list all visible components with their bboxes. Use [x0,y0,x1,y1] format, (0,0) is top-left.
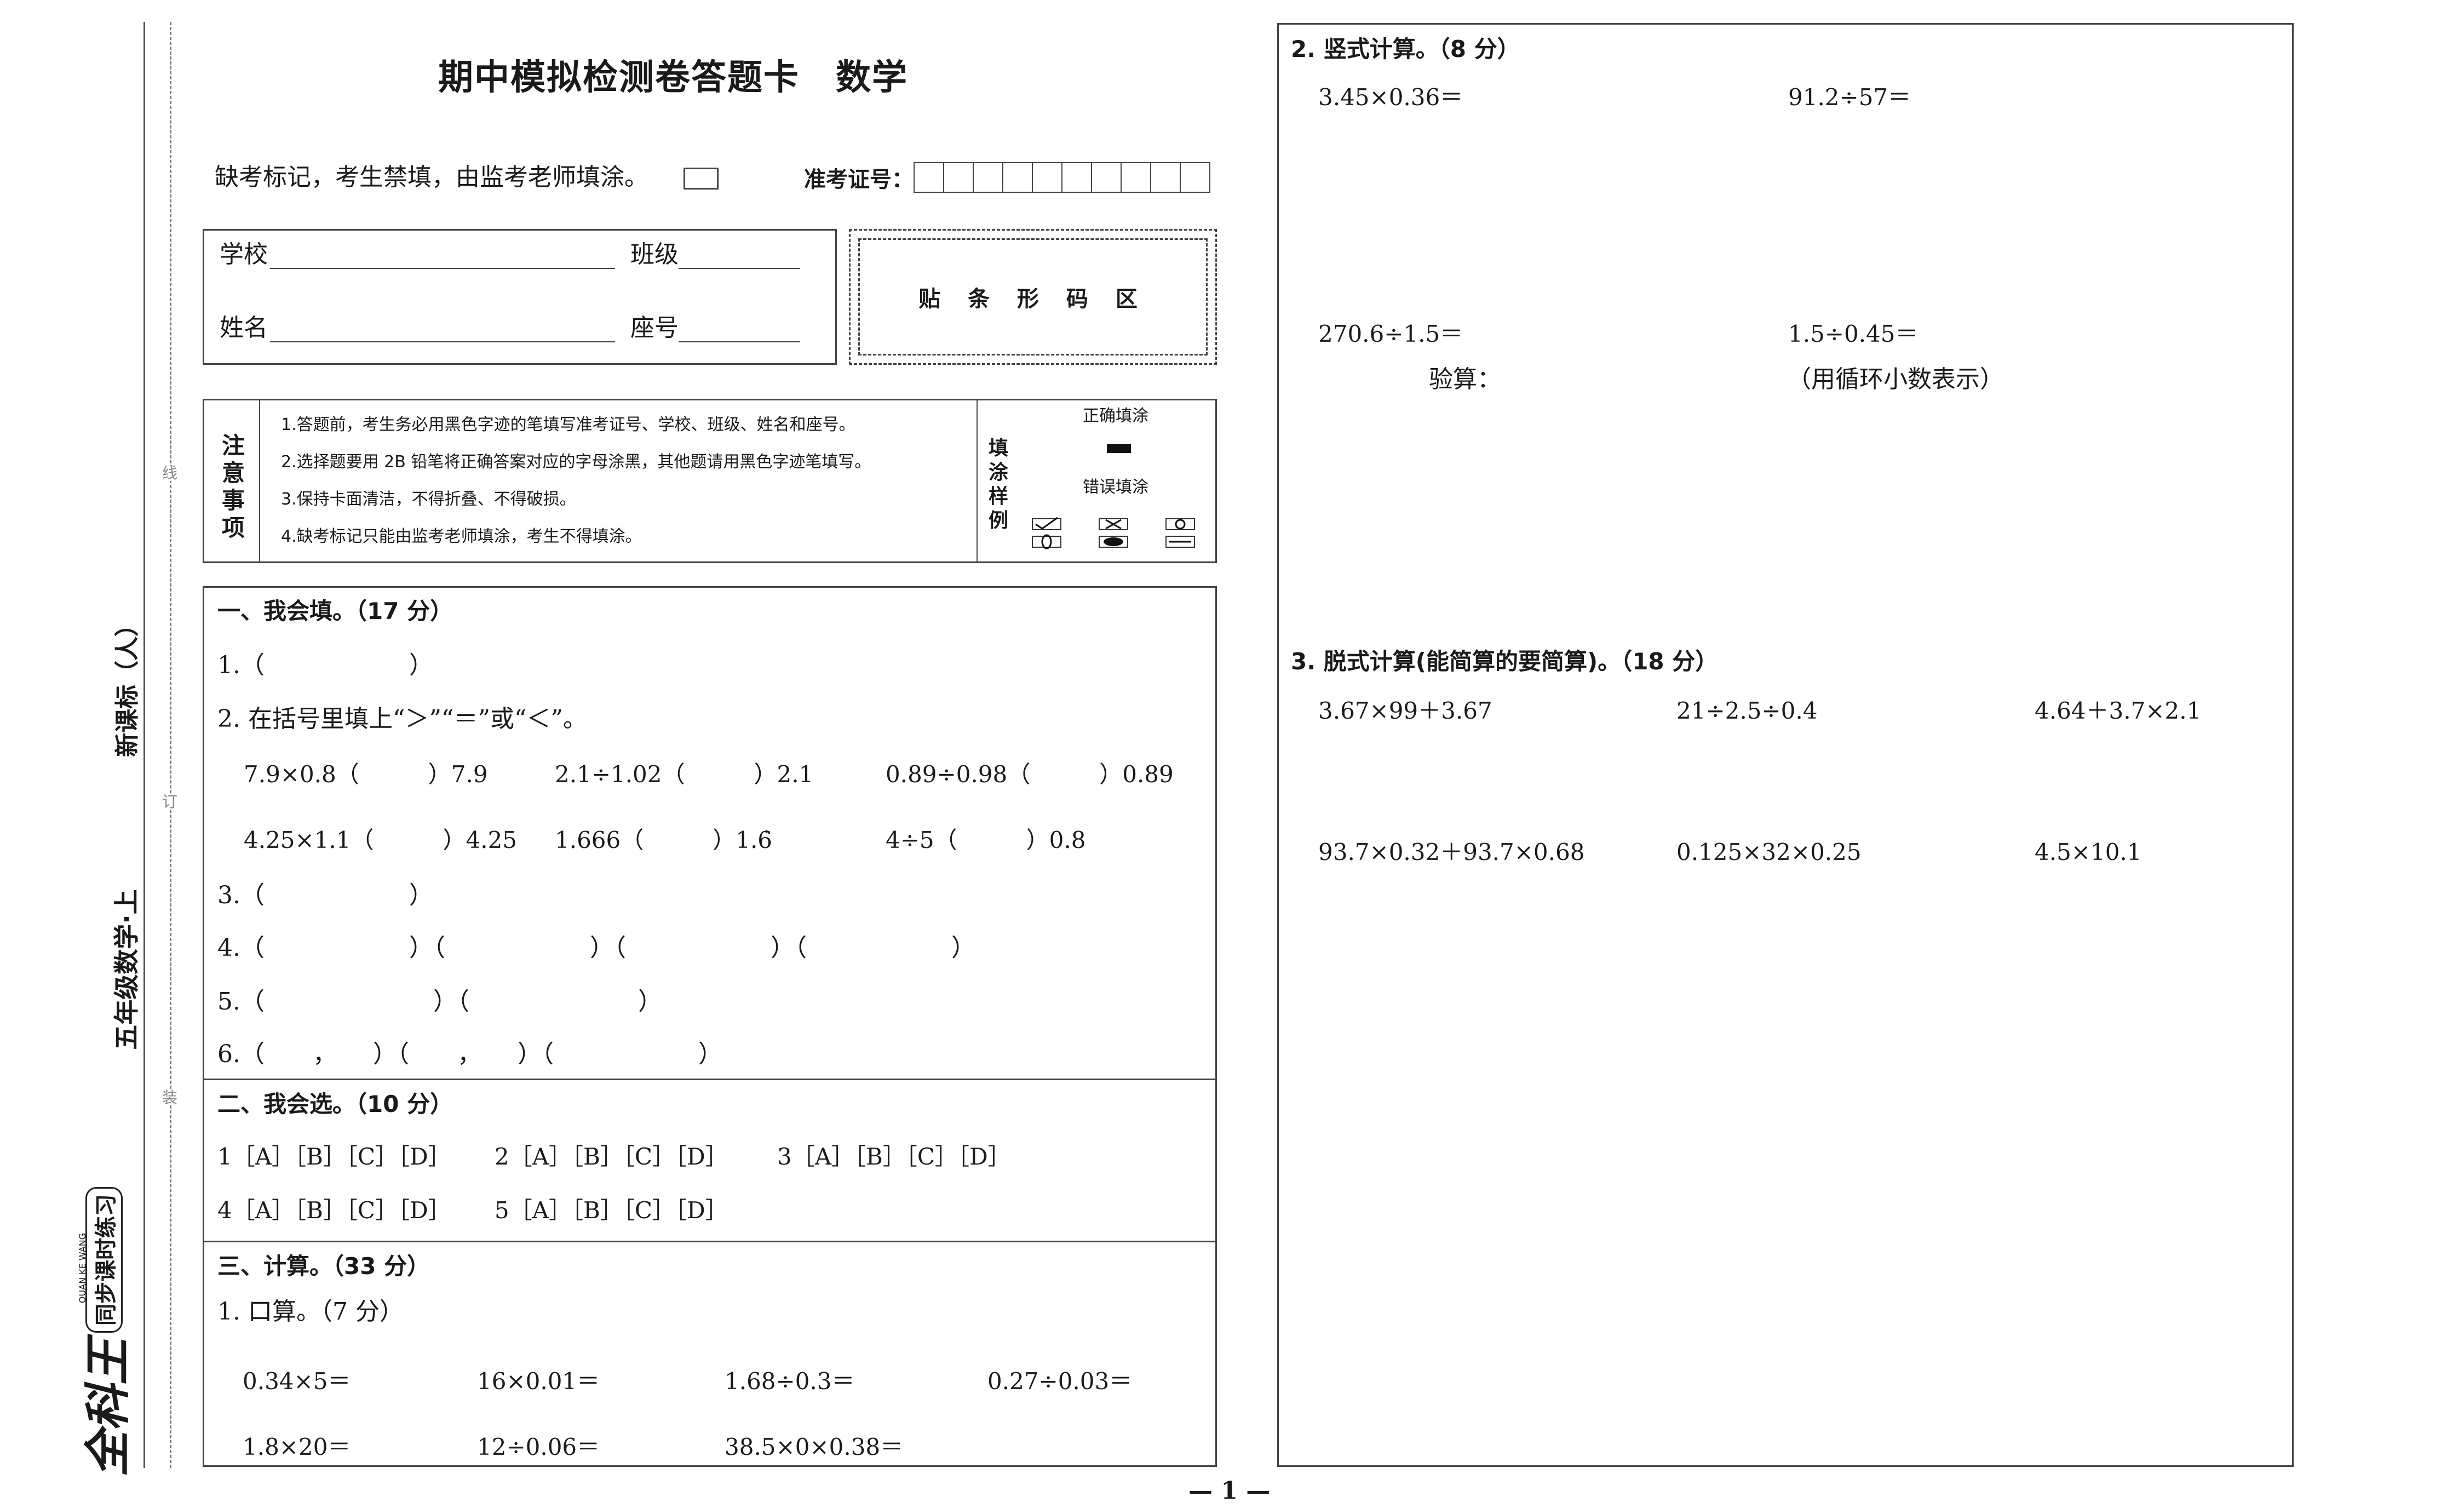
oral-4[interactable]: 0.27÷0.03＝ [987,1370,1132,1393]
section3-title: 三、计算。（33 分） [217,1253,430,1280]
choice-row-2-q4[interactable]: 4［A］［B］［C］［D］ [217,1199,451,1222]
ticket-label: 准考证号： [804,167,914,192]
s1-q2: 2. 在括号里填上“＞”“＝”或“＜”。 [217,705,587,733]
oral-7[interactable]: 38.5×0×0.38＝ [725,1436,903,1459]
notice-item-1: 1.答题前，考生务必用黑色字迹的笔填写准考证号、学校、班级、姓名和座号。 [281,415,855,434]
seat-field[interactable] [679,341,800,342]
seat-label: 座号 [630,316,682,340]
brand-name: 全科王 [80,1338,135,1477]
section2-title: 二、我会选。（10 分） [217,1091,453,1117]
notice-heading: 注意事项 [222,432,245,541]
wrong-fill-label: 错误填涂 [1083,478,1148,497]
s3-sub1: 1. 口算。（7 分） [217,1298,404,1326]
spine-edition: 新课标（人） [113,612,141,757]
step-4[interactable]: 93.7×0.32＋93.7×0.68 [1318,841,1584,864]
choice-row-2-q5[interactable]: 5［A］［B］［C］［D］ [495,1199,728,1222]
notice-box: 注意事项 1.答题前，考生务必用黑色字迹的笔填写准考证号、学校、班级、姓名和座号… [203,399,1217,563]
name-label: 姓名 [220,314,268,342]
class-field[interactable] [679,268,800,269]
wrong-fill-examples [1031,517,1196,555]
page-title: 期中模拟检测卷答题卡 数学 [438,57,908,98]
spine-grade-wrap: 五年级数学·上 [26,889,223,1050]
step-5[interactable]: 0.125×32×0.25 [1676,841,1862,864]
s1-q2-d[interactable]: 4.25×1.1（ ）4.25 [244,829,517,852]
cut-line [170,22,171,1468]
correct-fill-example [1107,444,1131,453]
notice-item-4: 4.缺考标记只能由监考老师填涂，考生不得填涂。 [281,527,642,546]
oral-3[interactable]: 1.68÷0.3＝ [725,1370,855,1393]
choice-row-1-q1[interactable]: 1［A］［B］［C］［D］ [217,1145,451,1168]
vertical-4[interactable]: 1.5÷0.45＝ [1788,323,1919,346]
s1-q2-a[interactable]: 7.9×0.8（ ）7.9 [244,763,488,786]
s1-q2-e[interactable]: 1.666（ ）1.6̇ [555,829,772,852]
notice-item-3: 3.保持卡面清洁，不得折叠、不得破损。 [281,490,576,509]
correct-fill-label: 正确填涂 [1083,406,1148,426]
s1-q4[interactable]: 4.（ ）（ ）（ ）（ ） [217,936,975,960]
barcode-label: 贴 条 形 码 区 [918,286,1147,312]
s1-q2-c[interactable]: 0.89÷0.98（ ）0.89 [886,763,1174,786]
step-2[interactable]: 21÷2.5÷0.4 [1676,699,1817,723]
vertical-2[interactable]: 91.2÷57＝ [1788,86,1911,109]
choice-row-1-q3[interactable]: 3［A］［B］［C］［D］ [777,1145,1011,1168]
left-answer-box: 一、我会填。（17 分） 1.（ ） 2. 在括号里填上“＞”“＝”或“＜”。 … [203,586,1217,1467]
brand-logo: 全科王 同步课时练习 QUAN KE WANG [66,1161,148,1477]
s1-q2-f[interactable]: 4÷5（ ）0.8 [886,829,1085,852]
vertical-1[interactable]: 3.45×0.36＝ [1318,86,1463,109]
step-1[interactable]: 3.67×99＋3.67 [1318,699,1492,723]
spine-edition-wrap: 新课标（人） [43,612,207,757]
absent-note: 缺考标记，考生禁填，由监考老师填涂。 [215,163,648,191]
brand-subtitle: 同步课时练习 [85,1187,123,1333]
spine-grade-book: 五年级数学·上 [112,889,141,1050]
ticket-number-cells[interactable] [914,162,1211,193]
brand-pinyin: QUAN KE WANG [77,1232,88,1304]
check-label: 验算： [1429,365,1501,393]
cut-mark-1: 线 [162,464,178,482]
step-3[interactable]: 4.64＋3.7×2.1 [2035,699,2201,723]
cut-mark-3: 装 [162,1088,178,1106]
oral-1[interactable]: 0.34×5＝ [243,1370,351,1393]
choice-row-1-q2[interactable]: 2［A］［B］［C］［D］ [495,1145,728,1168]
oral-2[interactable]: 16×0.01＝ [477,1370,600,1393]
vertical-3[interactable]: 270.6÷1.5＝ [1318,323,1463,346]
s1-q3[interactable]: 3.（ ） [217,884,433,908]
s1-q1[interactable]: 1.（ ） [217,653,433,678]
s1-q2-b[interactable]: 2.1÷1.02（ ）2.1 [555,763,813,786]
s1-q6[interactable]: 6.（ ， ）（ ， ）（ ） [217,1042,722,1067]
s1-q5[interactable]: 5.（ ）（ ） [217,990,662,1014]
absent-checkbox[interactable] [684,168,719,190]
cut-mark-2: 订 [162,793,178,811]
notice-item-2: 2.选择题要用 2B 铅笔将正确答案对应的字母涂黑，其他题请用黑色字迹笔填写。 [281,452,871,472]
repeat-note: （用循环小数表示） [1787,365,2004,393]
page-number: — 1 — [1188,1477,1271,1505]
right-answer-box: 2. 竖式计算。（8 分） 3.45×0.36＝ 91.2÷57＝ 270.6÷… [1277,23,2294,1467]
school-label: 学校 [220,240,268,268]
school-field[interactable] [270,268,615,269]
s3-sub3: 3. 脱式计算(能简算的要简算)。（18 分） [1291,648,1719,675]
oral-5[interactable]: 1.8×20＝ [243,1436,351,1459]
name-field[interactable] [270,341,615,342]
barcode-area: 贴 条 形 码 区 [849,229,1217,365]
oral-6[interactable]: 12÷0.06＝ [477,1436,600,1459]
sample-heading: 填涂样例 [989,437,1009,532]
student-info-box: 学校 班级 姓名 座号 [203,229,837,365]
s3-sub2: 2. 竖式计算。（8 分） [1291,36,1520,62]
spine: 线 订 装 新课标（人） 五年级数学·上 全科王 同步课时练习 QUAN KE … [0,0,181,1508]
step-6[interactable]: 4.5×10.1 [2035,841,2142,864]
section1-title: 一、我会填。（17 分） [217,598,453,624]
class-label: 班级 [630,243,682,267]
